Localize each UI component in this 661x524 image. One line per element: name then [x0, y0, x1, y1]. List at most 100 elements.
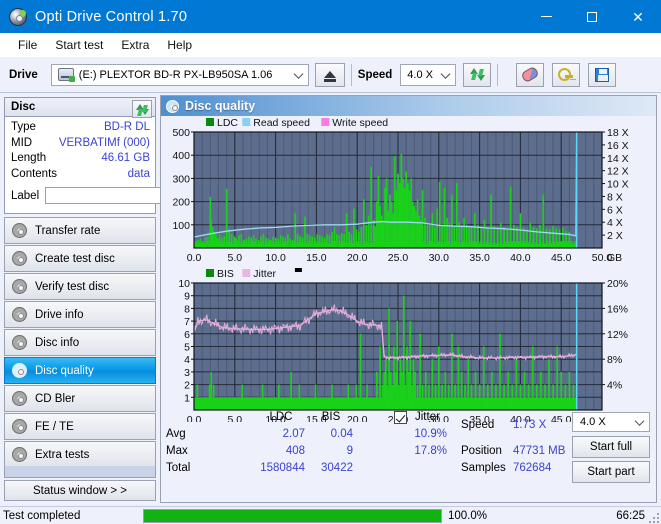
- disc-icon: [12, 363, 27, 378]
- stats-samples-label: Samples: [461, 462, 506, 474]
- stats-header-bis: BIS: [321, 411, 341, 423]
- stats-bis-total: 30422: [321, 462, 353, 474]
- sidebar-item-disc-info[interactable]: Disc info: [4, 329, 156, 356]
- svg-text:GB: GB: [607, 252, 622, 264]
- svg-text:4: 4: [184, 354, 190, 366]
- svg-text:6 X: 6 X: [607, 204, 623, 216]
- stats-row-label-max: Max: [166, 445, 188, 457]
- test-speed-select[interactable]: 4.0 X: [572, 412, 650, 432]
- progress-percent: 100.0%: [448, 509, 488, 522]
- stats-row-label-avg: Avg: [166, 428, 186, 440]
- svg-text:4 X: 4 X: [607, 217, 623, 229]
- svg-text:3: 3: [184, 367, 190, 379]
- resize-grip-icon[interactable]: [649, 513, 659, 523]
- menu-item-help[interactable]: Help: [158, 35, 201, 55]
- chevron-down-icon: [293, 68, 304, 79]
- status-bar: Test completed 100.0% 66:25: [0, 506, 661, 524]
- ldc-chart: LDC Read speed Write speed 100 200 300 400 500 2…: [161, 116, 656, 267]
- svg-text:6: 6: [184, 329, 190, 341]
- maximize-button[interactable]: [569, 0, 615, 33]
- svg-text:500: 500: [172, 127, 190, 139]
- disc-label-row: Label: [11, 186, 260, 205]
- speed-select[interactable]: 4.0 X: [400, 63, 457, 86]
- toolbar-separator-1: [350, 63, 352, 86]
- refresh-icon: [135, 103, 149, 116]
- svg-text:18 X: 18 X: [607, 127, 629, 139]
- panel-title: Disc quality: [185, 99, 256, 113]
- stats-panel: LDC BIS Jitter Avg Max Total 2.07 408 15…: [161, 409, 656, 483]
- sidebar-item-transfer-rate[interactable]: Transfer rate: [4, 217, 156, 244]
- disc-panel: Disc Type BD-R DL MID VERBATIMf (000) Le…: [4, 97, 260, 214]
- sidebar-item-extra-tests[interactable]: Extra tests: [4, 441, 156, 468]
- window-controls: ✕: [523, 0, 661, 33]
- jitter-label: Jitter: [415, 411, 440, 423]
- sidebar-item-drive-info[interactable]: Drive info: [4, 301, 156, 328]
- progress-fill: [144, 509, 441, 522]
- sidebar-item-disc-quality[interactable]: Disc quality: [4, 357, 156, 384]
- sidebar-filler: [4, 466, 156, 478]
- menu-item-file[interactable]: File: [9, 35, 46, 55]
- chevron-down-icon: [440, 68, 451, 79]
- disc-row-contents: Contents data: [11, 167, 150, 183]
- svg-text:4%: 4%: [607, 380, 622, 392]
- disc-quality-panel: Disc quality LDC Read speed Write speed 100…: [160, 95, 657, 503]
- sidebar-item-cd-bler[interactable]: CD Bler: [4, 385, 156, 412]
- save-button[interactable]: [588, 62, 617, 87]
- sidebar-item-verify-test-disc[interactable]: Verify test disc: [4, 273, 156, 300]
- svg-text:400: 400: [172, 150, 190, 162]
- disc-refresh-button[interactable]: [132, 100, 152, 118]
- svg-text:0.0: 0.0: [187, 252, 202, 264]
- refresh-button[interactable]: [463, 62, 492, 87]
- start-full-button[interactable]: Start full: [572, 436, 650, 458]
- disc-icon: [12, 223, 27, 238]
- sidebar-item-fe-te[interactable]: FE / TE: [4, 413, 156, 440]
- svg-text:14 X: 14 X: [607, 153, 629, 165]
- menu-item-extra[interactable]: Extra: [112, 35, 158, 55]
- svg-text:2: 2: [184, 380, 190, 392]
- ldc-chart-svg: LDC Read speed Write speed 100 200 300 400 500 2…: [172, 117, 629, 264]
- svg-text:1: 1: [184, 392, 190, 404]
- jitter-checkbox[interactable]: [394, 411, 407, 424]
- bis-chart: BIS Jitter 1 2 3 4 5 6 7 8 9 10 4% 8% 12% 16% 20% 0.0 5.0 1…: [161, 267, 656, 426]
- svg-text:5: 5: [184, 342, 190, 354]
- title-bar: Opti Drive Control 1.70 ✕: [0, 0, 661, 33]
- keys-button[interactable]: [552, 62, 581, 87]
- drive-label: Drive: [9, 68, 38, 81]
- eject-button[interactable]: [314, 62, 345, 87]
- sidebar: Transfer rate Create test disc Verify te…: [4, 217, 156, 469]
- refresh-icon: [469, 67, 485, 82]
- disc-row-mid: MID VERBATIMf (000): [11, 136, 150, 152]
- stats-row-label-total: Total: [166, 462, 191, 474]
- close-button[interactable]: ✕: [615, 0, 661, 33]
- disc-row-value: BD-R DL: [103, 121, 150, 133]
- sidebar-item-create-test-disc[interactable]: Create test disc: [4, 245, 156, 272]
- menu-item-start-test[interactable]: Start test: [46, 35, 112, 55]
- start-part-button[interactable]: Start part: [572, 461, 650, 483]
- stats-header-ldc: LDC: [269, 411, 293, 423]
- stats-speed-label: Speed: [461, 419, 495, 431]
- drive-select[interactable]: (E:) PLEXTOR BD-R PX-LB950SA 1.06: [50, 63, 309, 86]
- app-disc-icon: [9, 7, 27, 26]
- svg-text:300: 300: [172, 173, 190, 185]
- stats-bis-max: 9: [346, 445, 353, 457]
- disc-row-key: Contents: [11, 167, 58, 180]
- sidebar-item-label: Transfer rate: [35, 224, 101, 237]
- svg-text:35.0: 35.0: [469, 252, 490, 264]
- disc-rows: Type BD-R DL MID VERBATIMf (000) Length …: [5, 117, 260, 205]
- window-title: Opti Drive Control 1.70: [35, 8, 188, 25]
- svg-text:8: 8: [184, 303, 190, 315]
- disc-icon: [12, 251, 27, 266]
- svg-text:8%: 8%: [607, 354, 622, 366]
- disc-icon: [12, 447, 27, 462]
- svg-text:15.0: 15.0: [306, 252, 327, 264]
- disc-panel-title: Disc: [11, 101, 36, 113]
- erase-button[interactable]: [516, 62, 545, 87]
- svg-text:9: 9: [184, 291, 190, 303]
- disc-row-value: VERBATIMf (000): [58, 136, 150, 149]
- disc-row-length: Length 46.61 GB: [11, 151, 150, 167]
- disc-row-type: Type BD-R DL: [11, 120, 150, 136]
- stats-ldc-avg: 2.07: [282, 428, 305, 440]
- status-window-button[interactable]: Status window > >: [4, 480, 156, 501]
- svg-text:Read speed: Read speed: [253, 117, 310, 129]
- minimize-button[interactable]: [523, 0, 569, 33]
